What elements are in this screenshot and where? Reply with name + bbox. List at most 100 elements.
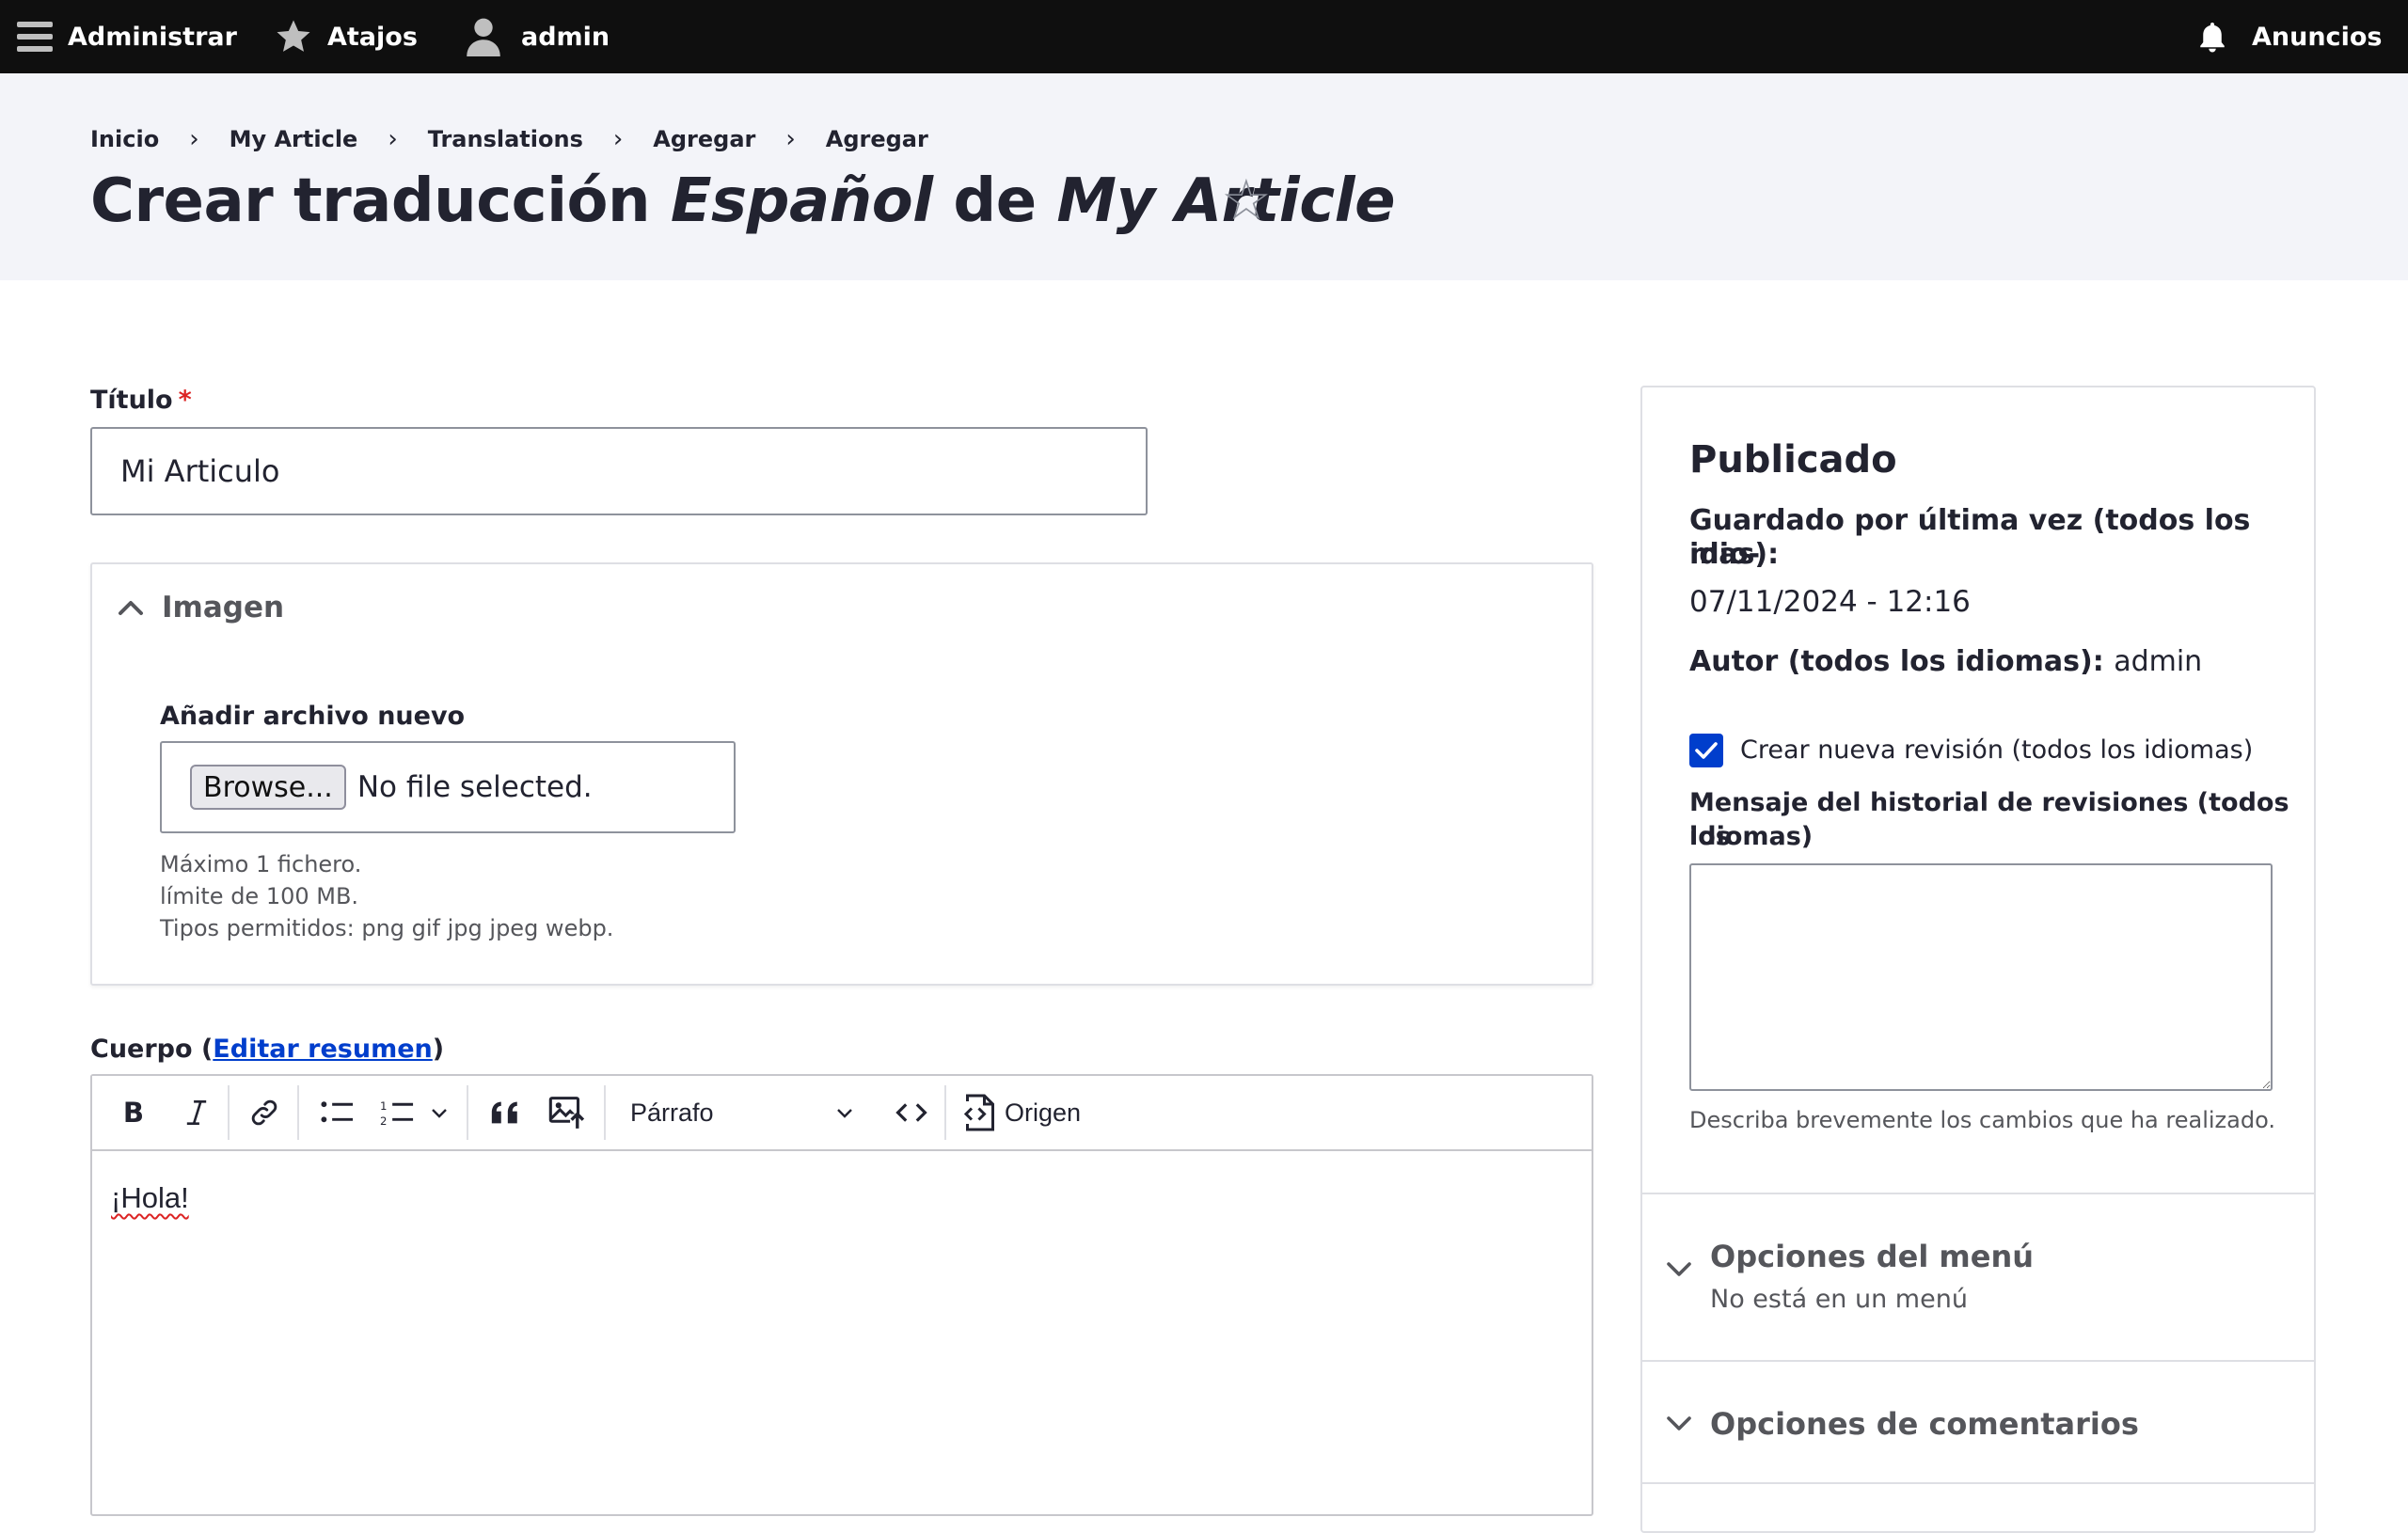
last-saved-value: 07/11/2024 - 12:16: [1689, 585, 1971, 619]
chevron-down-icon: [432, 1109, 447, 1118]
edit-summary-link[interactable]: Editar resumen: [213, 1035, 432, 1064]
add-file-label: Añadir archivo nuevo: [160, 702, 466, 731]
required-marker: *: [178, 386, 192, 415]
chevron-right-icon: ›: [388, 125, 398, 153]
shortcuts-label: Atajos: [327, 22, 418, 52]
author-value: admin: [2114, 645, 2203, 678]
file-status: No file selected.: [356, 770, 593, 804]
paragraph-format-dropdown[interactable]: Párrafo: [630, 1089, 875, 1136]
body-label-text: Cuerpo: [90, 1035, 193, 1064]
image-fieldset: Imagen Añadir archivo nuevo Browse... No…: [90, 562, 1593, 986]
page-title-language: Español: [670, 166, 933, 236]
bold-icon: B: [123, 1098, 144, 1128]
author-row: Autor (todos los idiomas): admin: [1689, 645, 2202, 679]
paragraph-format-value: Párrafo: [630, 1098, 714, 1127]
browse-button[interactable]: Browse...: [190, 765, 346, 810]
new-revision-label[interactable]: Crear nueva revisión (todos los idiomas): [1740, 735, 2253, 765]
sidebar-divider: [1642, 1193, 2314, 1194]
page-title-middle: de: [932, 166, 1057, 236]
quote-icon: [491, 1101, 517, 1124]
source-label: Origen: [1005, 1098, 1082, 1127]
breadcrumb-add[interactable]: Agregar: [653, 126, 755, 152]
revision-help: Describa brevemente los cambios que ha r…: [1689, 1107, 2275, 1133]
numbered-list-icon: 12: [380, 1099, 414, 1128]
title-label-text: Título: [90, 386, 173, 415]
bell-icon: [2200, 23, 2225, 53]
menu-options-title: Opciones del menú: [1710, 1239, 2035, 1274]
image-help-size: límite de 100 MB.: [160, 883, 359, 909]
announcements-button[interactable]: Anuncios: [2195, 0, 2382, 73]
star-outline-icon[interactable]: ☆: [1221, 167, 1272, 233]
italic-icon: [186, 1100, 207, 1125]
publish-status: Publicado: [1689, 438, 1897, 482]
source-button[interactable]: Origen: [961, 1089, 1081, 1136]
chevron-down-icon: [1667, 1262, 1691, 1276]
revision-log-label-line2: idiomas): [1689, 822, 1814, 851]
bulleted-list-button[interactable]: [314, 1089, 361, 1136]
menu-options-toggle[interactable]: Opciones del menú No está en un menú: [1665, 1238, 2034, 1314]
blockquote-button[interactable]: [482, 1089, 529, 1136]
chevron-down-icon: [837, 1109, 852, 1118]
last-saved-label-line1: Guardado por última vez (todos los idio-: [1689, 504, 2251, 571]
hamburger-icon: [17, 22, 53, 52]
manage-label: Administrar: [68, 22, 237, 52]
toolbar-separator: [467, 1085, 468, 1140]
page-title-prefix: Crear traducción: [90, 166, 671, 236]
revision-log-textarea[interactable]: [1689, 863, 2273, 1091]
image-upload-icon: [548, 1097, 585, 1129]
new-revision-checkbox[interactable]: [1689, 734, 1723, 767]
breadcrumb-translations[interactable]: Translations: [428, 126, 583, 152]
user-label: admin: [521, 22, 610, 52]
breadcrumb-add-current[interactable]: Agregar: [826, 126, 928, 152]
code-button[interactable]: [888, 1089, 935, 1136]
svg-text:2: 2: [380, 1114, 387, 1128]
menu-options-summary: No está en un menú: [1710, 1285, 1968, 1314]
chevron-right-icon: ›: [612, 125, 624, 153]
image-help-max: Máximo 1 fichero.: [160, 851, 362, 877]
body-editor: B 12 Párrafo Origen ¡Hola!: [90, 1074, 1593, 1516]
title-input[interactable]: [90, 427, 1148, 515]
toolbar-separator: [944, 1085, 946, 1140]
user-menu-button[interactable]: admin: [465, 0, 610, 73]
chevron-right-icon: ›: [785, 125, 796, 153]
breadcrumb-article[interactable]: My Article: [230, 126, 358, 152]
comment-options-title: Opciones de comentarios: [1710, 1406, 2139, 1442]
star-icon: [277, 20, 310, 52]
body-paren-close: ): [432, 1035, 445, 1064]
image-summary-label: Imagen: [162, 591, 285, 624]
chevron-up-icon: [119, 601, 143, 615]
editor-content[interactable]: ¡Hola!: [111, 1181, 189, 1215]
code-icon: [895, 1103, 927, 1122]
author-label: Autor (todos los idiomas):: [1689, 645, 2104, 678]
manage-menu-button[interactable]: Administrar: [15, 0, 237, 73]
italic-button[interactable]: [173, 1089, 220, 1136]
svg-text:1: 1: [380, 1099, 387, 1113]
user-icon: [467, 18, 500, 56]
bold-button[interactable]: B: [109, 1089, 156, 1136]
page-title: Crear traducción Español de My Article: [90, 158, 1395, 245]
body-paren-open: (: [200, 1035, 214, 1064]
sidebar-divider: [1642, 1360, 2314, 1362]
meta-sidebar: Publicado Guardado por última vez (todos…: [1640, 386, 2316, 1533]
source-icon: [963, 1094, 994, 1131]
svg-text:B: B: [123, 1098, 144, 1128]
breadcrumb: Inicio › My Article › Translations › Agr…: [90, 122, 928, 156]
numbered-list-button[interactable]: 12: [374, 1089, 421, 1136]
file-input[interactable]: Browse... No file selected.: [160, 741, 736, 833]
editor-text: ¡Hola!: [111, 1181, 189, 1214]
numbered-list-dropdown[interactable]: [425, 1089, 453, 1136]
link-icon: [251, 1099, 277, 1126]
title-label: Título *: [90, 386, 192, 415]
insert-image-button[interactable]: [544, 1089, 591, 1136]
last-saved-label-line2: mas):: [1689, 538, 1780, 571]
bulleted-list-icon: [321, 1101, 354, 1123]
toolbar-separator: [228, 1085, 230, 1140]
breadcrumb-home[interactable]: Inicio: [90, 126, 159, 152]
editor-toolbar: B 12 Párrafo Origen: [92, 1076, 1592, 1151]
link-button[interactable]: [241, 1089, 288, 1136]
checkmark-icon: [1695, 742, 1718, 759]
shortcuts-button[interactable]: Atajos: [275, 0, 418, 73]
comment-options-toggle[interactable]: Opciones de comentarios: [1665, 1405, 2139, 1443]
image-summary[interactable]: Imagen: [117, 591, 284, 624]
image-help-types: Tipos permitidos: png gif jpg jpeg webp.: [160, 915, 614, 941]
